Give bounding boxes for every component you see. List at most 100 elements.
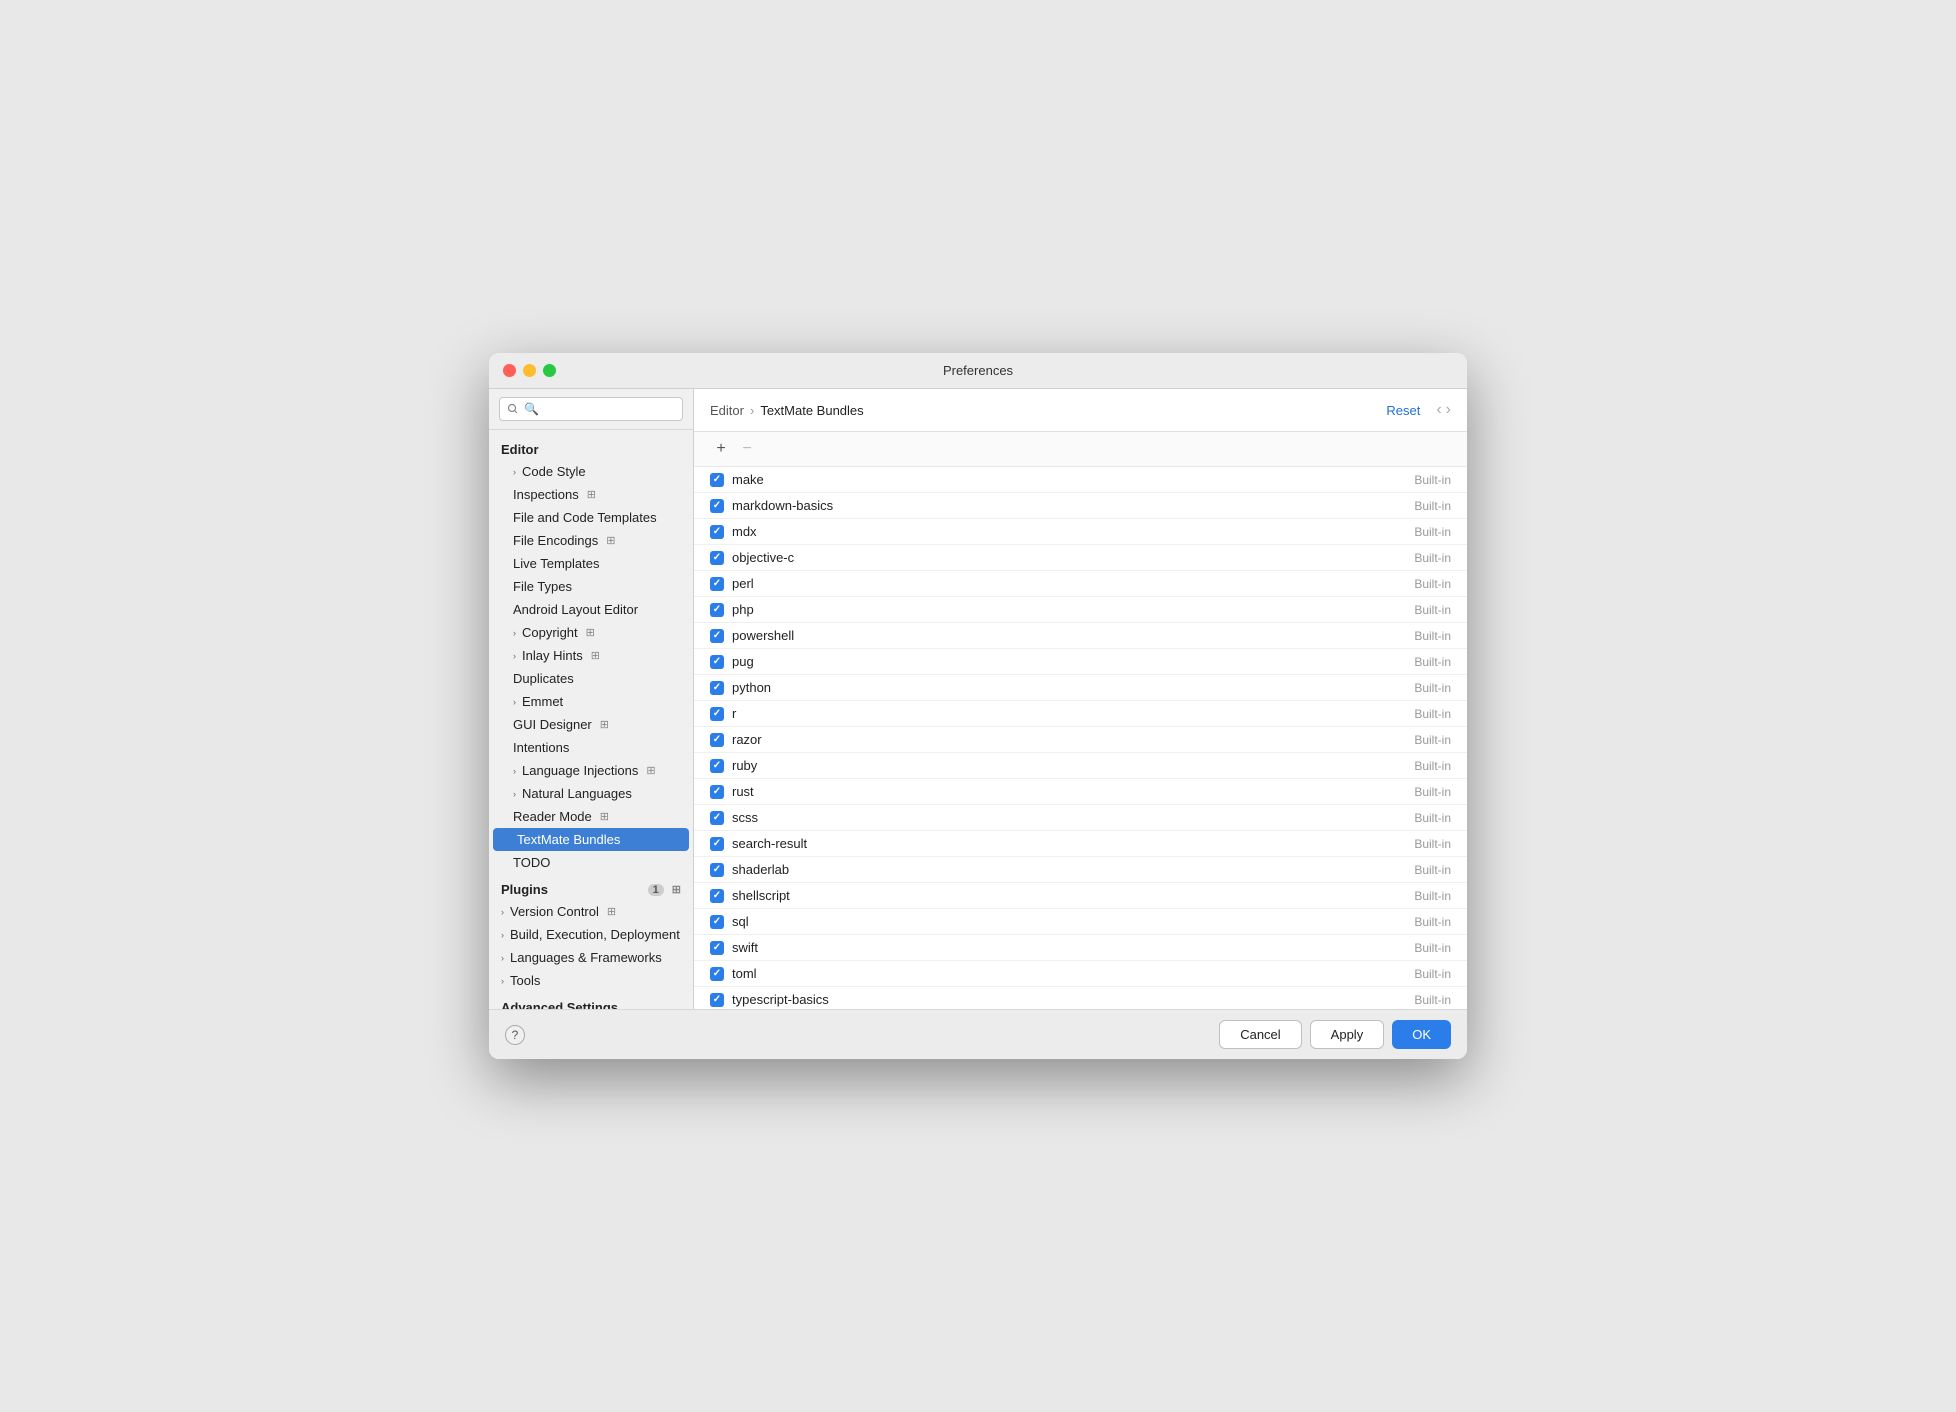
sidebar-item-live-templates[interactable]: Live Templates: [489, 552, 693, 575]
sidebar-item-todo[interactable]: TODO: [489, 851, 693, 874]
bundle-checkbox[interactable]: [710, 941, 724, 955]
help-button[interactable]: ?: [505, 1025, 525, 1045]
bundle-checkbox[interactable]: [710, 473, 724, 487]
bundle-row[interactable]: pugBuilt-in: [694, 649, 1467, 675]
bundle-row[interactable]: pythonBuilt-in: [694, 675, 1467, 701]
sidebar-item-file-encodings[interactable]: File Encodings ⊞: [489, 529, 693, 552]
bundle-row[interactable]: scssBuilt-in: [694, 805, 1467, 831]
bundle-checkbox[interactable]: [710, 889, 724, 903]
bundle-checkbox[interactable]: [710, 811, 724, 825]
bundle-row[interactable]: tomlBuilt-in: [694, 961, 1467, 987]
sidebar-item-duplicates[interactable]: Duplicates: [489, 667, 693, 690]
bundle-checkbox[interactable]: [710, 993, 724, 1007]
sidebar-item-natural-languages[interactable]: › Natural Languages: [489, 782, 693, 805]
sidebar-item-gui-designer[interactable]: GUI Designer ⊞: [489, 713, 693, 736]
sidebar-item-copyright[interactable]: › Copyright ⊞: [489, 621, 693, 644]
bundle-source: Built-in: [1414, 499, 1451, 513]
bundle-checkbox[interactable]: [710, 655, 724, 669]
add-bundle-button[interactable]: +: [710, 438, 732, 460]
bundle-checkbox[interactable]: [710, 967, 724, 981]
bundle-row[interactable]: objective-cBuilt-in: [694, 545, 1467, 571]
cancel-button[interactable]: Cancel: [1219, 1020, 1301, 1049]
bundle-row[interactable]: mdxBuilt-in: [694, 519, 1467, 545]
chevron-icon: ›: [501, 976, 504, 986]
bundle-row[interactable]: rustBuilt-in: [694, 779, 1467, 805]
ok-button[interactable]: OK: [1392, 1020, 1451, 1049]
sidebar-item-inspections[interactable]: Inspections ⊞: [489, 483, 693, 506]
sidebar-item-version-control[interactable]: › Version Control ⊞: [489, 900, 693, 923]
sidebar-item-android-layout-editor[interactable]: Android Layout Editor: [489, 598, 693, 621]
bundle-source: Built-in: [1414, 655, 1451, 669]
sidebar-item-emmet[interactable]: › Emmet: [489, 690, 693, 713]
bundle-row[interactable]: shaderlabBuilt-in: [694, 857, 1467, 883]
bundle-row[interactable]: sqlBuilt-in: [694, 909, 1467, 935]
bundle-row[interactable]: shellscriptBuilt-in: [694, 883, 1467, 909]
sidebar-item-inlay-hints[interactable]: › Inlay Hints ⊞: [489, 644, 693, 667]
bundle-source: Built-in: [1414, 941, 1451, 955]
bundle-row[interactable]: rubyBuilt-in: [694, 753, 1467, 779]
bundle-checkbox[interactable]: [710, 915, 724, 929]
bundle-row[interactable]: search-resultBuilt-in: [694, 831, 1467, 857]
sidebar-item-file-types[interactable]: File Types: [489, 575, 693, 598]
bundle-source: Built-in: [1414, 863, 1451, 877]
sidebar-item-code-style[interactable]: › Code Style: [489, 460, 693, 483]
breadcrumb-current: TextMate Bundles: [760, 403, 863, 418]
bundle-row[interactable]: makeBuilt-in: [694, 467, 1467, 493]
bundle-checkbox[interactable]: [710, 707, 724, 721]
sidebar-section-advanced: Advanced Settings: [489, 992, 693, 1009]
bundle-row[interactable]: markdown-basicsBuilt-in: [694, 493, 1467, 519]
bundle-row[interactable]: phpBuilt-in: [694, 597, 1467, 623]
sidebar-item-language-injections[interactable]: › Language Injections ⊞: [489, 759, 693, 782]
apply-button[interactable]: Apply: [1310, 1020, 1385, 1049]
sidebar-item-file-and-code-templates[interactable]: File and Code Templates: [489, 506, 693, 529]
sidebar-item-intentions[interactable]: Intentions: [489, 736, 693, 759]
settings-icon: ⊞: [606, 534, 615, 547]
bundle-row[interactable]: swiftBuilt-in: [694, 935, 1467, 961]
bundle-source: Built-in: [1414, 577, 1451, 591]
chevron-icon: ›: [513, 697, 516, 707]
sidebar-item-languages-frameworks[interactable]: › Languages & Frameworks: [489, 946, 693, 969]
bundle-source: Built-in: [1414, 733, 1451, 747]
bottom-bar: ? Cancel Apply OK: [489, 1009, 1467, 1059]
bundle-checkbox[interactable]: [710, 551, 724, 565]
bundle-row[interactable]: rBuilt-in: [694, 701, 1467, 727]
bundle-name: php: [732, 602, 1406, 617]
bundle-checkbox[interactable]: [710, 499, 724, 513]
nav-arrows: ‹ ›: [1436, 401, 1451, 419]
sidebar-item-label: Inlay Hints: [522, 648, 583, 663]
settings-icon: ⊞: [591, 649, 600, 662]
nav-back-arrow[interactable]: ‹: [1436, 401, 1441, 419]
reset-link[interactable]: Reset: [1386, 403, 1420, 418]
bundle-checkbox[interactable]: [710, 577, 724, 591]
nav-forward-arrow[interactable]: ›: [1446, 401, 1451, 419]
close-button[interactable]: [503, 364, 516, 377]
bundle-row[interactable]: typescript-basicsBuilt-in: [694, 987, 1467, 1009]
bundle-row[interactable]: perlBuilt-in: [694, 571, 1467, 597]
bundle-row[interactable]: razorBuilt-in: [694, 727, 1467, 753]
sidebar-item-tools[interactable]: › Tools: [489, 969, 693, 992]
sidebar-item-label: Inspections: [513, 487, 579, 502]
bundle-source: Built-in: [1414, 811, 1451, 825]
remove-bundle-button[interactable]: −: [736, 438, 758, 460]
bundle-row[interactable]: powershellBuilt-in: [694, 623, 1467, 649]
search-input[interactable]: [499, 397, 683, 421]
bundle-checkbox[interactable]: [710, 837, 724, 851]
bundle-checkbox[interactable]: [710, 629, 724, 643]
bundle-checkbox[interactable]: [710, 863, 724, 877]
advanced-section-label: Advanced Settings: [501, 1000, 618, 1009]
bottom-buttons: Cancel Apply OK: [1219, 1020, 1451, 1049]
bundle-checkbox[interactable]: [710, 603, 724, 617]
bundle-checkbox[interactable]: [710, 681, 724, 695]
minimize-button[interactable]: [523, 364, 536, 377]
sidebar-item-reader-mode[interactable]: Reader Mode ⊞: [489, 805, 693, 828]
bundle-checkbox[interactable]: [710, 759, 724, 773]
bundle-name: powershell: [732, 628, 1406, 643]
sidebar-item-textmate-bundles[interactable]: TextMate Bundles: [493, 828, 689, 851]
maximize-button[interactable]: [543, 364, 556, 377]
sidebar-item-build-execution[interactable]: › Build, Execution, Deployment: [489, 923, 693, 946]
settings-icon: ⊞: [607, 905, 616, 918]
right-panel: Editor › TextMate Bundles Reset ‹ › + −: [694, 389, 1467, 1009]
bundle-checkbox[interactable]: [710, 785, 724, 799]
bundle-checkbox[interactable]: [710, 525, 724, 539]
bundle-checkbox[interactable]: [710, 733, 724, 747]
